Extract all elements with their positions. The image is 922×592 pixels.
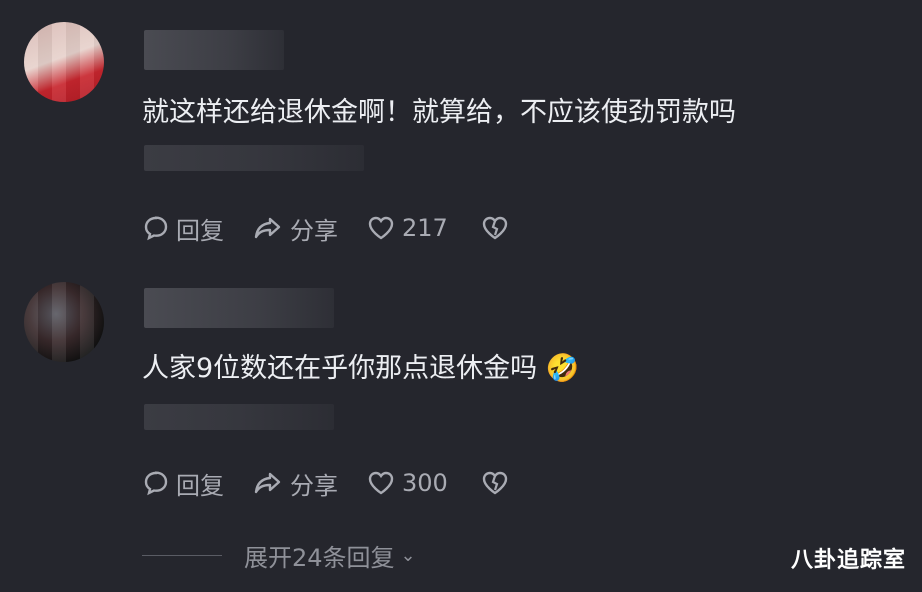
expand-replies-label: 展开24条回复 xyxy=(244,544,395,572)
share-icon xyxy=(254,472,281,494)
share-button[interactable]: 分享 xyxy=(252,466,338,501)
chevron-down-icon: ⌄ xyxy=(400,545,416,566)
reply-button[interactable]: 回复 xyxy=(142,211,224,246)
like-button[interactable]: 217 xyxy=(366,214,448,242)
share-button[interactable]: 分享 xyxy=(252,211,338,246)
avatar-blur xyxy=(24,282,104,362)
comment-meta-blurred xyxy=(144,145,364,171)
avatar-blur xyxy=(24,22,104,102)
avatar[interactable] xyxy=(24,282,104,362)
heart-icon xyxy=(368,471,394,495)
watermark: 八卦追踪室 xyxy=(790,548,906,573)
broken-heart-icon xyxy=(482,471,508,495)
share-label: 分享 xyxy=(290,471,338,500)
comment-meta-blurred xyxy=(144,404,334,430)
comment-text: 人家9位数还在乎你那点退休金吗 🤣 xyxy=(142,353,580,384)
share-icon xyxy=(254,217,281,239)
reply-button[interactable]: 回复 xyxy=(142,466,224,501)
username-blurred[interactable] xyxy=(144,288,334,328)
like-button[interactable]: 300 xyxy=(366,469,448,497)
reply-label: 回复 xyxy=(176,216,224,245)
expand-replies-button[interactable]: 展开24条回复 ⌄ xyxy=(142,538,416,573)
like-count: 217 xyxy=(402,214,448,242)
heart-icon xyxy=(368,216,394,240)
dislike-button[interactable] xyxy=(480,469,516,497)
reply-label: 回复 xyxy=(176,471,224,500)
divider xyxy=(142,555,222,556)
comment-icon xyxy=(144,471,168,496)
username-blurred[interactable] xyxy=(144,30,284,70)
comment-actions: 回复 分享 300 xyxy=(142,465,544,501)
dislike-button[interactable] xyxy=(480,214,516,242)
broken-heart-icon xyxy=(482,216,508,240)
share-label: 分享 xyxy=(290,216,338,245)
comment-icon xyxy=(144,216,168,241)
comment-actions: 回复 分享 217 xyxy=(142,210,544,246)
avatar[interactable] xyxy=(24,22,104,102)
comment-text: 就这样还给退休金啊！就算给，不应该使劲罚款吗 xyxy=(142,97,736,128)
like-count: 300 xyxy=(402,469,448,497)
